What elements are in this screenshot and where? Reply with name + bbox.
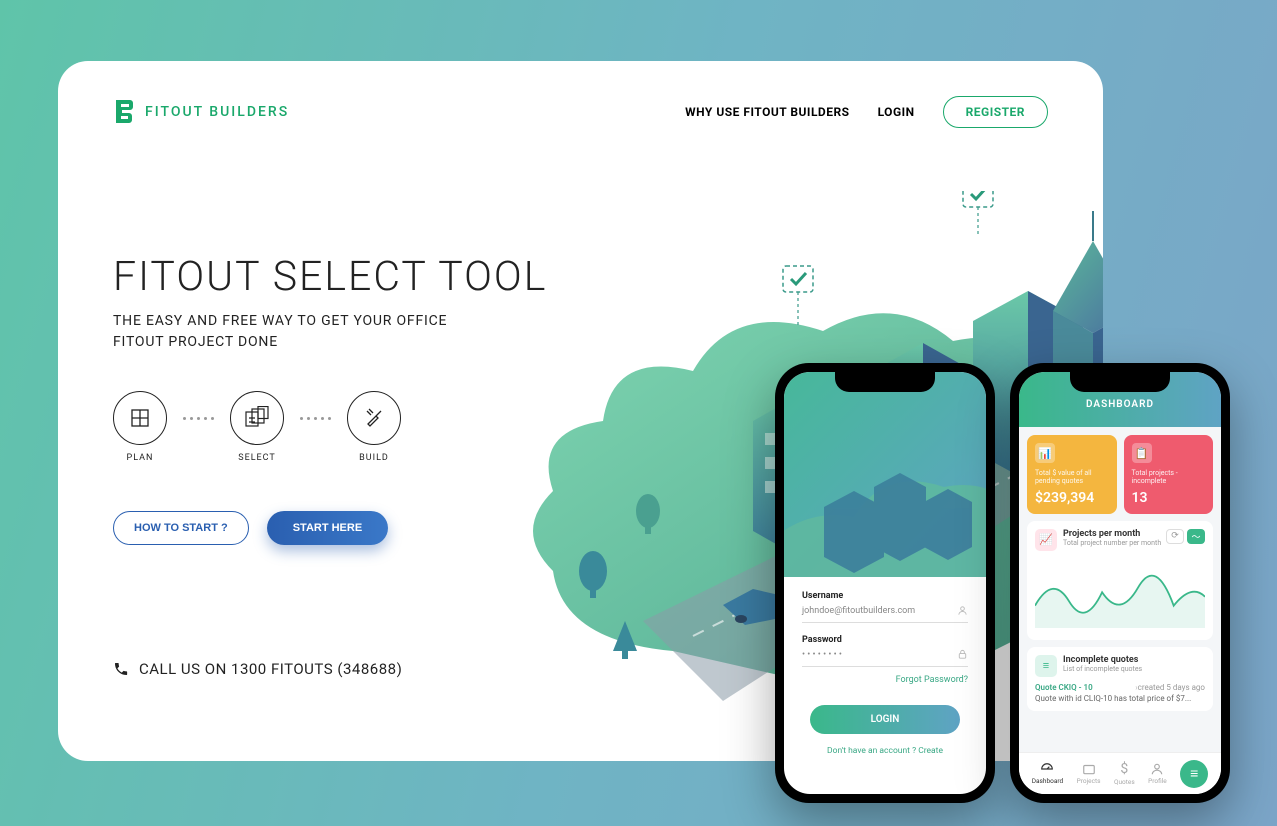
tab-dashboard[interactable]: Dashboard bbox=[1032, 762, 1063, 785]
folder-icon bbox=[1082, 762, 1096, 776]
clipboard-icon: 📋 bbox=[1132, 443, 1152, 463]
summary-cards: 📊 Total $ value of all pending quotes $2… bbox=[1027, 435, 1213, 514]
select-label: SELECT bbox=[238, 453, 276, 463]
tab-profile[interactable]: Profile bbox=[1148, 762, 1167, 785]
create-link[interactable]: Create bbox=[918, 746, 943, 756]
step-select: SELECT bbox=[230, 391, 284, 463]
step-build: BUILD bbox=[347, 391, 401, 463]
brand-logo[interactable]: FITOUT BUILDERS bbox=[113, 98, 289, 126]
hero-title: FITOUT SELECT TOOL bbox=[113, 253, 1048, 301]
user-icon bbox=[957, 605, 968, 616]
select-icon bbox=[230, 391, 284, 445]
phone-notch bbox=[1070, 372, 1170, 392]
toggle-line[interactable]: 〜 bbox=[1187, 529, 1205, 544]
card-total-projects[interactable]: 📋 Total projects - incomplete 13 bbox=[1124, 435, 1214, 514]
login-button[interactable]: LOGIN bbox=[810, 705, 960, 734]
tab-quotes[interactable]: $ Quotes bbox=[1114, 761, 1135, 786]
username-input[interactable]: johndoe@fitoutbuilders.com bbox=[802, 601, 968, 623]
build-icon bbox=[347, 391, 401, 445]
user-icon bbox=[1150, 762, 1164, 776]
brand-name: FITOUT BUILDERS bbox=[145, 104, 289, 120]
plan-icon bbox=[113, 391, 167, 445]
login-form: Username johndoe@fitoutbuilders.com Pass… bbox=[784, 577, 986, 770]
login-hero-image bbox=[784, 372, 986, 577]
chart-bar-icon: 📊 bbox=[1035, 443, 1055, 463]
phone-icon bbox=[113, 661, 129, 677]
chart-toggle: ⟳ 〜 bbox=[1166, 529, 1205, 544]
nav-login[interactable]: LOGIN bbox=[878, 105, 915, 119]
top-nav: WHY USE FITOUT BUILDERS LOGIN REGISTER bbox=[685, 96, 1048, 128]
tab-projects[interactable]: Projects bbox=[1077, 762, 1101, 785]
incomplete-sub: List of incomplete quotes bbox=[1063, 665, 1142, 673]
dots-icon bbox=[183, 417, 214, 420]
build-label: BUILD bbox=[359, 453, 389, 463]
password-input[interactable]: • • • • • • • • bbox=[802, 645, 968, 667]
hero-subtitle: THE EASY AND FREE WAY TO GET YOUR OFFICE… bbox=[113, 311, 483, 353]
menu-icon: ≡ bbox=[1190, 765, 1198, 782]
incomplete-quotes-panel: ≡ Incomplete quotes List of incomplete q… bbox=[1027, 647, 1213, 711]
chart-title: Projects per month bbox=[1063, 529, 1161, 539]
incomplete-title: Incomplete quotes bbox=[1063, 655, 1142, 665]
phone-login-mockup: Username johndoe@fitoutbuilders.com Pass… bbox=[775, 363, 995, 803]
username-label: Username bbox=[802, 591, 968, 601]
line-chart bbox=[1035, 557, 1205, 632]
chart-icon: 📈 bbox=[1035, 529, 1057, 551]
register-button[interactable]: REGISTER bbox=[943, 96, 1048, 128]
logo-icon bbox=[113, 98, 135, 126]
list-icon: ≡ bbox=[1035, 655, 1057, 677]
dollar-icon: $ bbox=[1120, 761, 1128, 777]
card-total-value[interactable]: 📊 Total $ value of all pending quotes $2… bbox=[1027, 435, 1117, 514]
phone-notch bbox=[835, 372, 935, 392]
password-label: Password bbox=[802, 635, 968, 645]
projects-chart-panel: ⟳ 〜 📈 Projects per month Total project n… bbox=[1027, 521, 1213, 640]
start-here-button[interactable]: START HERE bbox=[267, 511, 388, 545]
menu-fab[interactable]: ≡ bbox=[1180, 760, 1208, 788]
toggle-refresh[interactable]: ⟳ bbox=[1166, 529, 1184, 544]
step-plan: PLAN bbox=[113, 391, 167, 463]
plan-label: PLAN bbox=[127, 453, 154, 463]
create-account-row: Don't have an account ? Create bbox=[802, 746, 968, 756]
chevron-right-icon: › bbox=[1135, 683, 1137, 692]
forgot-password-link[interactable]: Forgot Password? bbox=[802, 675, 968, 685]
call-text: CALL US ON 1300 FITOUTS (348688) bbox=[139, 660, 402, 678]
chart-sub: Total project number per month bbox=[1063, 539, 1161, 547]
how-to-start-button[interactable]: HOW TO START ? bbox=[113, 511, 249, 545]
header: FITOUT BUILDERS WHY USE FITOUT BUILDERS … bbox=[113, 96, 1048, 128]
lock-icon bbox=[957, 649, 968, 660]
quote-row[interactable]: Quote CKIQ - 10 created 5 days ago › Quo… bbox=[1035, 683, 1205, 703]
dots-icon bbox=[300, 417, 331, 420]
gauge-icon bbox=[1040, 762, 1054, 776]
bottom-tabbar: Dashboard Projects $ Quotes Profile ≡ bbox=[1019, 752, 1221, 794]
nav-why[interactable]: WHY USE FITOUT BUILDERS bbox=[685, 105, 849, 119]
phone-dashboard-mockup: DASHBOARD 📊 Total $ value of all pending… bbox=[1010, 363, 1230, 803]
